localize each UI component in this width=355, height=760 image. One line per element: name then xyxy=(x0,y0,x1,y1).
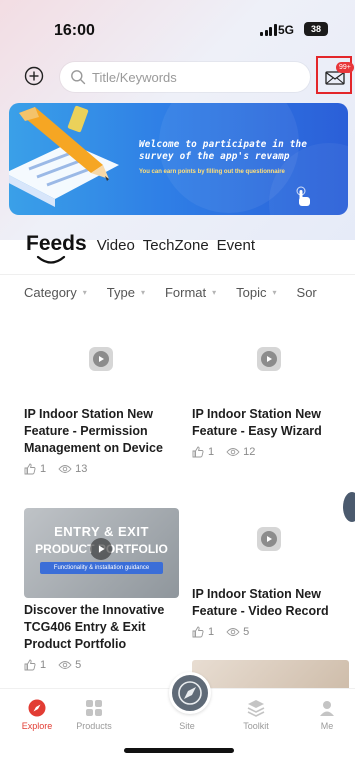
eye-icon xyxy=(58,465,72,473)
card-title: IP Indoor Station New Feature - Easy Wiz… xyxy=(192,407,322,438)
like-count: 1 xyxy=(40,659,47,671)
video-thumbnail xyxy=(192,316,347,402)
home-indicator xyxy=(124,748,234,753)
search-input[interactable] xyxy=(92,69,292,85)
filter-label: Type xyxy=(106,284,135,300)
card-stats: 1 5 xyxy=(192,626,352,638)
filter-label: Sor xyxy=(296,284,317,300)
filter-label: Topic xyxy=(236,284,267,300)
nav-me[interactable]: Me xyxy=(297,697,355,731)
feed-card[interactable]: IP Indoor Station New Feature - Video Re… xyxy=(192,496,352,638)
video-thumbnail xyxy=(192,496,347,582)
plus-circle-icon xyxy=(24,66,44,86)
promo-thumbnail: ENTRY & EXIT PRODUCT PORTFOLIO Functiona… xyxy=(24,508,179,598)
play-icon xyxy=(257,527,281,551)
card-stats: 1 13 xyxy=(24,463,184,475)
feed-card[interactable]: IP Indoor Station New Feature - Easy Wiz… xyxy=(192,316,352,458)
play-icon xyxy=(90,538,112,560)
nav-products[interactable]: Products xyxy=(64,697,124,731)
nav-label: Site xyxy=(179,721,195,731)
add-button[interactable] xyxy=(24,66,44,86)
thumb-headline: ENTRY & EXIT xyxy=(54,524,149,539)
site-button[interactable] xyxy=(169,672,211,714)
toolkit-icon xyxy=(247,700,265,717)
nav-label: Products xyxy=(76,721,112,731)
tab-techzone[interactable]: TechZone xyxy=(143,237,209,254)
view-count: 5 xyxy=(75,659,82,671)
thumbs-up-icon xyxy=(24,659,36,671)
chevron-down-icon: ▾ xyxy=(140,287,145,297)
view-count: 5 xyxy=(243,626,250,638)
like-count: 1 xyxy=(208,446,215,458)
eye-icon xyxy=(58,661,72,669)
chevron-down-icon: ▾ xyxy=(272,287,277,297)
like-count: 1 xyxy=(208,626,215,638)
app-screen: 16:00 5G 38 99+ xyxy=(0,0,355,760)
filter-category[interactable]: Category ▾ xyxy=(24,285,87,300)
view-count: 12 xyxy=(243,446,256,458)
messages-button[interactable]: 99+ xyxy=(316,56,354,94)
filter-bar: Category ▾ Type ▾ Format ▾ Topic ▾ Sor xyxy=(0,274,355,309)
thumbs-up-icon xyxy=(192,446,204,458)
survey-banner[interactable]: Welcome to participate in the survey of … xyxy=(9,103,348,215)
thumbs-up-icon xyxy=(192,626,204,638)
nav-toolkit[interactable]: Toolkit xyxy=(226,697,286,731)
search-icon xyxy=(71,70,86,85)
card-stats: 1 5 xyxy=(24,659,184,671)
status-bar: 16:00 5G 38 xyxy=(0,0,355,56)
filter-sort[interactable]: Sor xyxy=(297,285,317,300)
survey-clipboard-illustration xyxy=(9,105,119,207)
eye-icon xyxy=(226,448,240,456)
tab-feeds[interactable]: Feeds xyxy=(26,232,87,256)
filter-type[interactable]: Type ▾ xyxy=(107,285,145,300)
tab-video[interactable]: Video xyxy=(97,237,135,254)
nav-label: Me xyxy=(320,721,334,731)
battery-level: 38 xyxy=(310,24,321,34)
card-title: Discover the Innovative TCG406 Entry & E… xyxy=(24,603,165,651)
filter-label: Category xyxy=(24,284,77,300)
like-count: 1 xyxy=(40,463,47,475)
floating-assistant-button[interactable] xyxy=(343,492,355,522)
play-icon xyxy=(257,347,281,371)
products-icon xyxy=(86,700,102,716)
chevron-down-icon: ▾ xyxy=(212,287,217,297)
signal-icon xyxy=(260,24,277,36)
feed-card[interactable]: ENTRY & EXIT PRODUCT PORTFOLIO Functiona… xyxy=(24,508,184,671)
banner-title: Welcome to participate in the survey of … xyxy=(139,139,308,162)
feed-card[interactable]: IP Indoor Station New Feature - Permissi… xyxy=(24,316,184,475)
banner-subtitle: You can earn points by filling out the q… xyxy=(139,169,285,175)
tap-hand-icon xyxy=(296,186,310,206)
play-icon xyxy=(89,347,113,371)
notification-badge: 99+ xyxy=(336,62,354,73)
chevron-down-icon: ▾ xyxy=(82,287,87,297)
thumb-caption: Functionality & installation guidance xyxy=(40,562,163,574)
nav-explore[interactable]: Explore xyxy=(7,697,67,731)
explore-icon xyxy=(28,699,46,717)
thumbs-up-icon xyxy=(24,463,36,475)
feed-list: IP Indoor Station New Feature - Permissi… xyxy=(0,316,355,700)
status-time: 16:00 xyxy=(54,22,95,39)
tab-event[interactable]: Event xyxy=(217,237,255,254)
battery-icon: 38 xyxy=(304,22,328,36)
card-title: IP Indoor Station New Feature - Permissi… xyxy=(24,407,163,455)
eye-icon xyxy=(226,628,240,636)
site-icon xyxy=(178,681,202,705)
card-title: IP Indoor Station New Feature - Video Re… xyxy=(192,587,329,618)
search-bar[interactable] xyxy=(60,62,310,92)
me-icon xyxy=(320,701,334,716)
nav-label: Explore xyxy=(21,721,53,731)
active-tab-indicator xyxy=(36,255,66,264)
nav-label: Toolkit xyxy=(243,721,269,731)
view-count: 13 xyxy=(75,463,88,475)
filter-topic[interactable]: Topic ▾ xyxy=(236,285,276,300)
filter-format[interactable]: Format ▾ xyxy=(165,285,216,300)
network-type: 5G xyxy=(278,23,295,37)
video-thumbnail xyxy=(24,316,179,402)
filter-label: Format xyxy=(164,284,207,300)
card-stats: 1 12 xyxy=(192,446,352,458)
